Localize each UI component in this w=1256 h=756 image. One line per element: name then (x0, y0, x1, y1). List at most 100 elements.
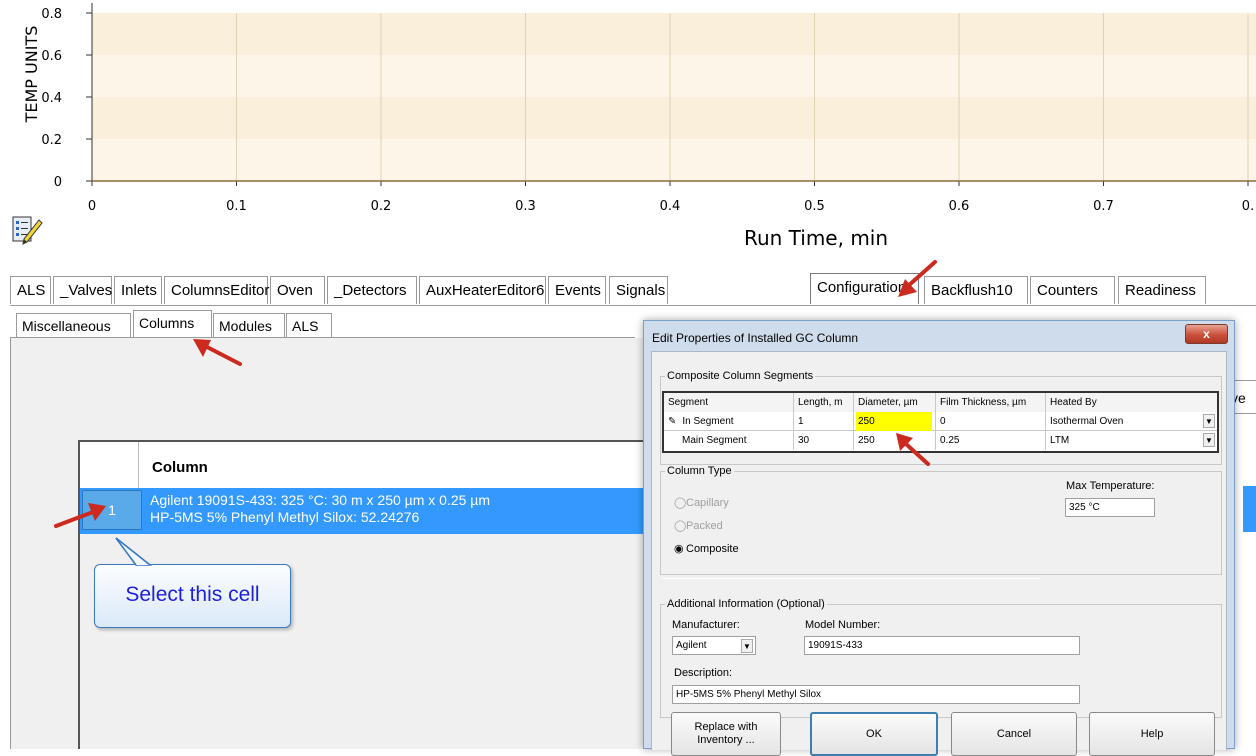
pencil-icon: ✎ (668, 416, 677, 427)
method-editor-icon[interactable] (9, 214, 43, 248)
y-tick-label: 0.2 (41, 133, 62, 148)
plot-band (92, 97, 1256, 139)
plot-band (92, 55, 1256, 97)
row-number-cell[interactable]: 1 (82, 490, 142, 530)
x-tick-label: 0.4 (660, 199, 681, 214)
help-button[interactable]: Help (1089, 712, 1215, 756)
replace-with-inventory-button[interactable]: Replace with Inventory ... (671, 712, 781, 756)
manufacturer-label: Manufacturer: (672, 619, 740, 631)
segment-name-cell[interactable]: Main Segment (664, 431, 794, 450)
x-tick-label: 0.5 (804, 199, 825, 214)
radio-circle-icon: ◯ (674, 520, 687, 532)
x-tick-label: 0.7 (1093, 199, 1114, 214)
subtab-miscellaneous[interactable]: Miscellaneous (16, 313, 131, 337)
x-tick-label: 0.2 (371, 199, 392, 214)
description-input[interactable]: HP-5MS 5% Phenyl Methyl Silox (672, 685, 1080, 704)
segment-row-main[interactable]: Main Segment 30 250 0.25 LTM ▼ (664, 431, 1217, 450)
film-cell[interactable]: 0 (936, 412, 1046, 431)
dialog-title: Edit Properties of Installed GC Column (652, 331, 859, 345)
header-film: Film Thickness, µm (936, 393, 1046, 412)
radio-circle-icon: ◯ (674, 497, 687, 509)
callout-tail-cover (115, 537, 151, 566)
column-line-2: HP-5MS 5% Phenyl Methyl Silox: 52.24276 (150, 509, 420, 525)
max-temp-input[interactable]: 325 °C (1065, 498, 1155, 517)
diameter-cell[interactable]: 250 (854, 412, 936, 431)
heated-by-cell[interactable]: Isothermal Oven ▼ (1046, 412, 1217, 431)
grid-header: Column (80, 442, 656, 489)
dialog-divider (662, 578, 1040, 579)
segments-table: Segment Length, m Diameter, µm Film Thic… (662, 391, 1219, 453)
tab-als[interactable]: ALS (10, 276, 51, 304)
tab-columnseditor3[interactable]: ColumnsEditor3 (164, 276, 278, 304)
chevron-down-icon[interactable]: ▼ (1203, 433, 1215, 447)
tab-detectors[interactable]: _Detectors (327, 276, 417, 304)
radio-composite[interactable]: ◉ Composite (674, 542, 739, 555)
segments-header-row: Segment Length, m Diameter, µm Film Thic… (664, 393, 1217, 412)
temperature-chart: 0 0.1 0.2 0.3 0.4 0.5 0.6 0.7 0. 0 0.2 0.4 0.6 0.8TEM… (22, 3, 1256, 250)
tab-auxheatereditor6[interactable]: AuxHeaterEditor6 (419, 276, 546, 304)
y-tick-label: 0 (54, 175, 62, 190)
length-cell[interactable]: 30 (794, 431, 854, 450)
description-label: Description: (674, 667, 733, 679)
x-tick-label: 0. (1242, 199, 1254, 214)
subtab-columns[interactable]: Columns (133, 310, 212, 338)
column-type-legend: Column Type (667, 465, 732, 477)
model-number-input[interactable]: 19091S-433 (804, 636, 1080, 655)
model-number-label: Model Number: (805, 619, 881, 631)
tab-readiness[interactable]: Readiness (1118, 276, 1206, 304)
chevron-down-icon[interactable]: ▼ (741, 639, 753, 653)
header-heated-by: Heated By (1046, 393, 1217, 412)
column-description-cell[interactable]: Agilent 19091S-433: 325 °C: 30 m x 250 µ… (150, 492, 490, 526)
header-segment: Segment (664, 393, 794, 412)
diameter-cell[interactable]: 250 (854, 431, 936, 450)
x-tick-label: 0.6 (949, 199, 970, 214)
length-cell[interactable]: 1 (794, 412, 854, 431)
right-selected-row-fragment (1243, 486, 1256, 532)
heated-by-cell[interactable]: LTM ▼ (1046, 431, 1217, 450)
tab-valves[interactable]: _Valves (53, 276, 112, 304)
tab-oven[interactable]: Oven (270, 276, 325, 304)
tab-inlets[interactable]: Inlets (114, 276, 162, 304)
segment-name-cell[interactable]: ✎ In Segment (664, 412, 794, 431)
tab-signals[interactable]: Signals (609, 276, 668, 304)
y-tick-label: 0.6 (41, 49, 62, 64)
subtab-als[interactable]: ALS (286, 313, 332, 337)
x-axis-label: Run Time, min (744, 226, 888, 250)
y-tick-label: 0.4 (41, 91, 62, 106)
column-header[interactable]: Column (152, 459, 208, 476)
row-header-corner (80, 442, 139, 488)
x-tick-label: 0.3 (515, 199, 536, 214)
x-tick-label: 0 (88, 199, 96, 214)
ok-button[interactable]: OK (810, 712, 938, 756)
header-length: Length, m (794, 393, 854, 412)
header-diameter: Diameter, µm (854, 393, 936, 412)
composite-segments-legend: Composite Column Segments (667, 370, 814, 382)
plot-band (92, 139, 1256, 181)
close-button[interactable]: x (1185, 324, 1228, 344)
max-temp-label: Max Temperature: (1066, 480, 1155, 492)
film-cell[interactable]: 0.25 (936, 431, 1046, 450)
tab-backflush10[interactable]: Backflush10 (924, 276, 1028, 304)
callout-text: Select this cell (125, 583, 260, 606)
subtab-modules[interactable]: Modules (213, 313, 285, 337)
edit-column-dialog: Edit Properties of Installed GC Column x… (643, 320, 1235, 756)
radio-selected-icon: ◉ (674, 543, 684, 555)
manufacturer-select[interactable]: Agilent ▼ (672, 636, 756, 655)
tab-events[interactable]: Events (548, 276, 606, 304)
radio-packed[interactable]: ◯Packed (674, 519, 723, 532)
tab-counters[interactable]: Counters (1030, 276, 1115, 304)
chevron-down-icon[interactable]: ▼ (1203, 414, 1215, 428)
y-tick-label: 0.8 (41, 7, 62, 22)
tab-bar-divider (10, 305, 1256, 306)
cancel-button[interactable]: Cancel (951, 712, 1077, 756)
segment-row-in[interactable]: ✎ In Segment 1 250 0 Isothermal Oven ▼ (664, 412, 1217, 431)
select-cell-callout: Select this cell (94, 564, 291, 628)
radio-capillary[interactable]: ◯Capillary (674, 496, 729, 509)
x-tick-label: 0.1 (226, 199, 247, 214)
table-row[interactable]: 1 Agilent 19091S-433: 325 °C: 30 m x 250… (80, 488, 656, 534)
tab-configuration[interactable]: Configuration (810, 273, 919, 304)
plot-band (92, 13, 1256, 55)
column-line-1: Agilent 19091S-433: 325 °C: 30 m x 250 µ… (150, 492, 491, 508)
y-axis-label: TEMP UNITS (22, 26, 41, 124)
additional-info-legend: Additional Information (Optional) (667, 598, 825, 610)
